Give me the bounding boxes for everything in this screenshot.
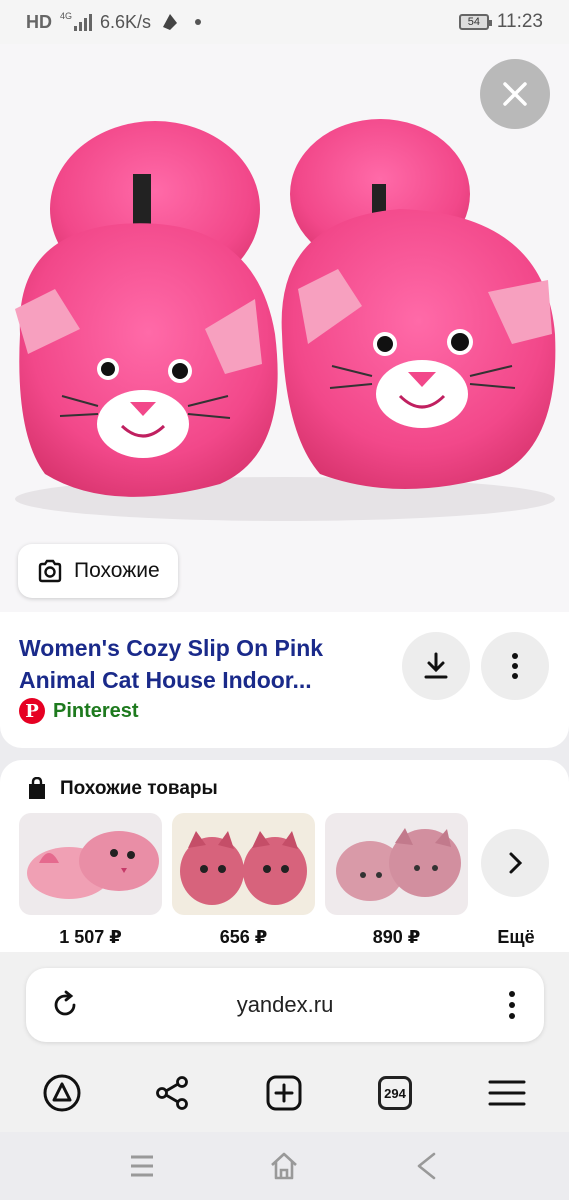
product-image-3 — [325, 813, 468, 915]
signal-icon — [74, 13, 93, 31]
more-products-label[interactable]: Ещё — [480, 927, 552, 948]
similar-button-label: Похожие — [74, 559, 160, 582]
menu-button[interactable] — [482, 1068, 532, 1118]
pinterest-icon: P — [19, 698, 45, 724]
camera-search-icon — [38, 559, 62, 583]
battery-level: 54 — [467, 16, 480, 28]
status-right: 54 11:23 — [458, 11, 543, 33]
product-image — [15, 119, 556, 521]
product-thumb-2[interactable] — [172, 813, 315, 915]
back-button[interactable] — [404, 1144, 448, 1188]
network-gen: 4G — [60, 11, 73, 21]
hamburger-menu-icon — [488, 1080, 526, 1106]
notification-icon — [163, 14, 178, 30]
source-name: Pinterest — [53, 699, 139, 722]
new-tab-button[interactable] — [259, 1068, 309, 1118]
chevron-right-icon — [509, 852, 523, 874]
dot-icon — [195, 19, 202, 25]
similar-button[interactable]: Похожие — [18, 544, 178, 598]
product-price-1: 1 507 ₽ — [59, 927, 122, 947]
network-speed: 6.6K/s — [100, 11, 152, 32]
address-bar[interactable]: yandex.ru — [26, 968, 544, 1042]
download-icon — [424, 652, 448, 679]
share-icon — [156, 1076, 188, 1110]
clock: 11:23 — [496, 11, 543, 32]
address-menu-button[interactable] — [508, 990, 520, 1020]
more-vertical-icon — [512, 653, 518, 679]
result-info-card: Women's Cozy Slip On Pink Animal Cat Hou… — [0, 612, 569, 748]
similar-products-title: Похожие товары — [60, 778, 218, 799]
close-icon — [503, 82, 527, 106]
more-vertical-icon — [509, 991, 515, 1019]
battery-icon: 54 — [458, 14, 492, 30]
shopping-bag-icon — [29, 777, 45, 799]
system-navigation-bar — [0, 1132, 569, 1200]
recent-apps-button[interactable] — [120, 1144, 164, 1188]
download-button[interactable] — [402, 632, 470, 700]
similar-products-heading: Похожие товары — [26, 777, 218, 801]
product-image-1 — [19, 813, 162, 915]
browser-toolbar: 294 — [0, 1060, 569, 1124]
home-button[interactable] — [262, 1144, 306, 1188]
address-url[interactable]: yandex.ru — [26, 992, 544, 1018]
image-viewer[interactable]: Похожие — [0, 44, 569, 612]
more-options-button[interactable] — [481, 632, 549, 700]
close-button[interactable] — [480, 59, 550, 129]
product-price-2: 656 ₽ — [219, 927, 268, 947]
result-title[interactable]: Women's Cozy Slip On Pink Animal Cat Hou… — [19, 632, 379, 696]
source-link[interactable]: P Pinterest — [19, 698, 139, 724]
more-products-button[interactable] — [481, 829, 549, 897]
product-thumb-1[interactable] — [19, 813, 162, 915]
tabs-count: 294 — [378, 1076, 412, 1110]
status-left: HD 4G 6.6K/s — [26, 11, 202, 33]
product-price-3: 890 ₽ — [372, 927, 421, 947]
product-image-2 — [172, 813, 315, 915]
back-icon — [417, 1152, 436, 1180]
recent-apps-icon — [131, 1155, 153, 1177]
plus-icon — [266, 1075, 302, 1111]
similar-products-card: Похожие товары 1 507 ₽ 656 ₽ 890 ₽ Ещё — [0, 760, 569, 960]
network-type: HD — [26, 11, 52, 32]
alice-button[interactable] — [37, 1068, 87, 1118]
share-button[interactable] — [147, 1068, 197, 1118]
product-thumb-3[interactable] — [325, 813, 468, 915]
status-bar: HD 4G 6.6K/s 54 11:23 — [0, 0, 569, 44]
alice-icon — [43, 1074, 81, 1112]
home-icon — [271, 1152, 297, 1180]
tabs-button[interactable]: 294 — [370, 1068, 420, 1118]
browser-bottom-panel: yandex.ru 294 — [0, 952, 569, 1132]
